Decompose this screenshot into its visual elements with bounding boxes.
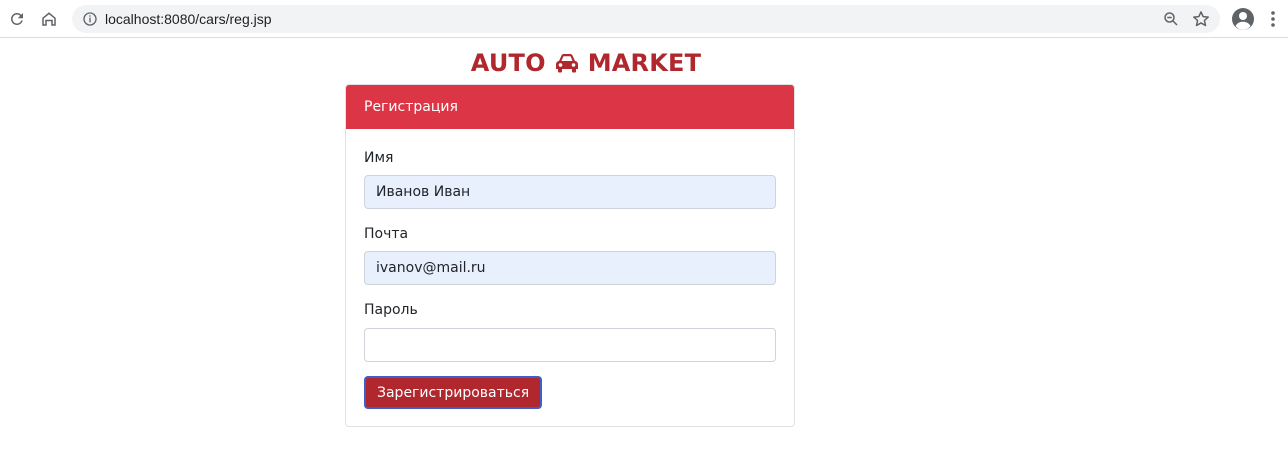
email-label: Почта bbox=[364, 226, 409, 242]
brand-title: AUTO MARKET bbox=[346, 49, 826, 77]
name-label: Имя bbox=[364, 150, 394, 166]
email-input[interactable]: ivanov@mail.ru bbox=[364, 251, 776, 285]
home-icon[interactable] bbox=[37, 7, 61, 31]
address-bar[interactable]: localhost:8080/cars/reg.jsp bbox=[72, 5, 1220, 33]
info-icon[interactable] bbox=[82, 11, 98, 27]
password-input[interactable] bbox=[364, 328, 776, 362]
reload-icon[interactable] bbox=[5, 7, 29, 31]
account-icon[interactable] bbox=[1231, 7, 1255, 31]
menu-icon[interactable] bbox=[1270, 10, 1276, 28]
name-input[interactable]: Иванов Иван bbox=[364, 175, 776, 209]
register-button[interactable]: Зарегистрироваться bbox=[364, 376, 543, 409]
password-label: Пароль bbox=[364, 302, 418, 318]
card-header: Регистрация bbox=[346, 85, 794, 129]
zoom-icon[interactable] bbox=[1162, 10, 1180, 28]
registration-card: Регистрация Имя Иванов Иван Почта ivanov… bbox=[345, 84, 795, 427]
star-icon[interactable] bbox=[1191, 9, 1211, 29]
url-text[interactable]: localhost:8080/cars/reg.jsp bbox=[105, 11, 272, 27]
browser-toolbar: localhost:8080/cars/reg.jsp bbox=[0, 0, 1288, 38]
brand-text-market: MARKET bbox=[587, 49, 702, 77]
brand-text-auto: AUTO bbox=[470, 49, 546, 77]
car-icon bbox=[555, 54, 578, 73]
